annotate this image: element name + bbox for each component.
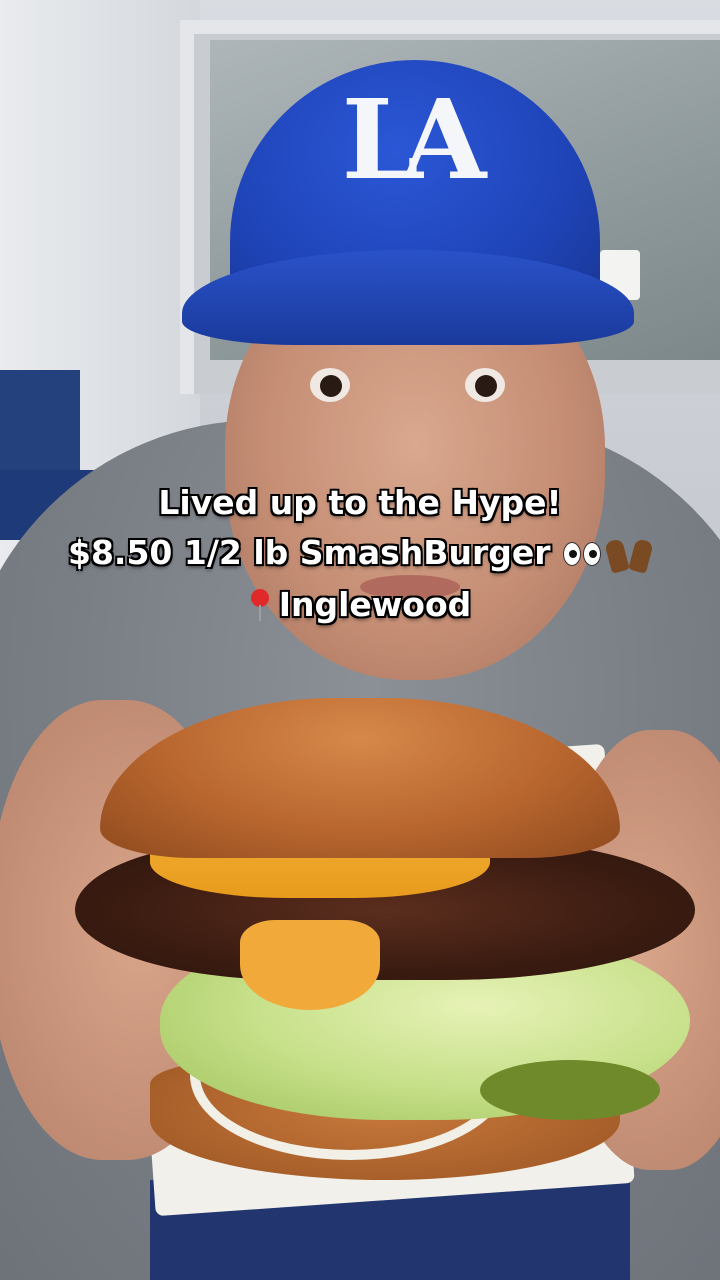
round-pushpin-emoji-icon [249,589,271,623]
raised-hands-emoji-icon [606,538,652,572]
caption-line-3-text: Inglewood [278,584,472,624]
cap-logo: LA [341,75,487,204]
melted-cheese-lower [240,920,380,1010]
caption-line-2-text: $8.50 1/2 lb SmashBurger [67,533,551,572]
eyes-emoji-icon [562,530,602,580]
video-frame: LA Lived up to the Hype! $8.50 1/2 lb Sm… [0,0,720,1280]
caption-line-2: $8.50 1/2 lb SmashBurger [0,528,720,580]
right-eye [465,368,505,402]
pickle [480,1060,660,1120]
left-eye [310,368,350,402]
caption-line-3: Inglewood [0,580,720,630]
caption-line-1-text: Lived up to the Hype! [158,483,562,522]
caption-line-1: Lived up to the Hype! [0,478,720,528]
caption-overlay: Lived up to the Hype! $8.50 1/2 lb Smash… [0,478,720,630]
